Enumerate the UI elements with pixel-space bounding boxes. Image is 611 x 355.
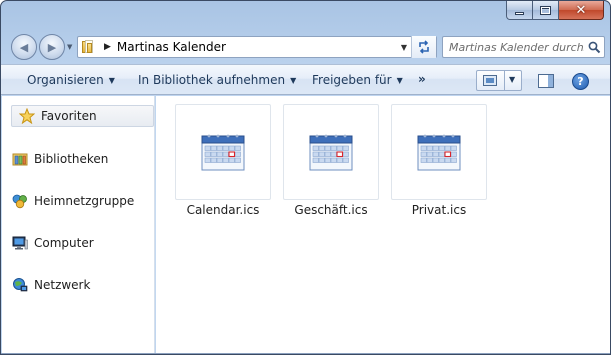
include-in-library-menu[interactable]: In Bibliothek aufnehmen ▼ — [138, 73, 296, 87]
sidebar-item-favoriten[interactable]: Favoriten — [11, 105, 154, 127]
explorer-window: ✕ ◀ ▶ ▼ ▶ Martinas Kalender ▼ Martinas K… — [0, 0, 611, 355]
refresh-icon — [419, 40, 429, 54]
organize-menu[interactable]: Organisieren ▼ — [27, 73, 115, 87]
more-commands-button[interactable]: » — [418, 72, 426, 86]
minimize-icon — [515, 11, 524, 15]
forward-button[interactable]: ▶ — [39, 34, 65, 60]
file-item[interactable]: Calendar.ics — [175, 104, 271, 224]
homegroup-icon — [11, 193, 29, 209]
navigation-pane: Favoriten Bibliotheken Heimnetzgruppe Co… — [2, 96, 155, 354]
file-list: Calendar.ics Geschäft.ics Privat.ics — [156, 96, 610, 354]
chevron-down-icon: ▼ — [108, 76, 115, 85]
close-icon: ✕ — [575, 2, 587, 18]
maximize-button[interactable] — [533, 1, 559, 20]
include-in-library-label: In Bibliothek aufnehmen — [138, 73, 286, 87]
organize-label: Organisieren — [27, 73, 104, 87]
file-name[interactable]: Privat.ics — [381, 203, 497, 217]
sidebar-item-computer[interactable]: Computer — [11, 232, 94, 254]
change-view-button[interactable]: ▼ — [476, 70, 522, 91]
sidebar-item-bibliotheken[interactable]: Bibliotheken — [11, 148, 108, 170]
navigation-bar: ◀ ▶ ▼ ▶ Martinas Kalender ▼ Martinas Kal… — [1, 31, 610, 63]
minimize-button[interactable] — [506, 1, 533, 20]
sidebar-item-label: Netzwerk — [34, 278, 91, 292]
calendar-file-icon — [307, 132, 355, 172]
network-icon — [11, 277, 29, 293]
help-button[interactable]: ? — [572, 73, 589, 90]
forward-arrow-icon: ▶ — [47, 40, 57, 54]
file-name[interactable]: Geschäft.ics — [273, 203, 389, 217]
back-button[interactable]: ◀ — [11, 34, 37, 60]
caption-buttons: ✕ — [506, 1, 604, 20]
file-thumbnail[interactable] — [283, 104, 379, 200]
sidebar-item-label: Bibliotheken — [34, 152, 109, 166]
share-with-menu[interactable]: Freigeben für ▼ — [312, 73, 403, 87]
address-bar[interactable]: ▶ Martinas Kalender ▼ — [77, 36, 437, 58]
share-with-label: Freigeben für — [312, 73, 392, 87]
chevron-down-icon: ▼ — [290, 76, 297, 85]
window-bottom-edge — [1, 353, 610, 354]
file-item[interactable]: Privat.ics — [391, 104, 487, 224]
preview-pane-button[interactable] — [538, 74, 554, 88]
sidebar-item-label: Favoriten — [41, 109, 97, 123]
calendar-file-icon — [415, 132, 463, 172]
search-box[interactable]: Martinas Kalender durchsuchen — [442, 36, 605, 58]
view-options-chevron-icon[interactable]: ▼ — [509, 75, 515, 84]
maximize-icon — [540, 5, 551, 15]
search-button[interactable] — [584, 37, 604, 57]
file-name[interactable]: Calendar.ics — [165, 203, 281, 217]
search-icon — [588, 41, 600, 53]
chevron-down-icon: ▼ — [396, 76, 403, 85]
back-arrow-icon: ◀ — [19, 40, 29, 54]
file-thumbnail[interactable] — [391, 104, 487, 200]
refresh-button[interactable] — [411, 36, 436, 58]
star-icon — [18, 108, 36, 124]
sidebar-item-netzwerk[interactable]: Netzwerk — [11, 274, 90, 296]
file-item[interactable]: Geschäft.ics — [283, 104, 379, 224]
computer-icon — [11, 235, 29, 251]
folder-icon — [82, 40, 98, 54]
close-button[interactable]: ✕ — [559, 1, 604, 20]
sidebar-item-label: Computer — [34, 236, 94, 250]
recent-pages-dropdown[interactable]: ▼ — [67, 43, 72, 51]
calendar-file-icon — [199, 132, 247, 172]
view-split-divider — [504, 71, 505, 90]
address-history-dropdown[interactable]: ▼ — [401, 43, 407, 52]
breadcrumb-arrow-icon[interactable]: ▶ — [104, 42, 111, 52]
view-icon — [483, 75, 497, 86]
command-bar: Organisieren ▼ In Bibliothek aufnehmen ▼ F… — [1, 64, 610, 95]
file-thumbnail[interactable] — [175, 104, 271, 200]
search-input[interactable]: Martinas Kalender durchsuchen — [443, 41, 584, 54]
sidebar-item-label: Heimnetzgruppe — [34, 194, 135, 208]
help-icon: ? — [577, 75, 584, 88]
library-icon — [11, 151, 29, 167]
sidebar-item-heimnetzgruppe[interactable]: Heimnetzgruppe — [11, 190, 134, 212]
breadcrumb-current-folder[interactable]: Martinas Kalender — [117, 40, 226, 54]
